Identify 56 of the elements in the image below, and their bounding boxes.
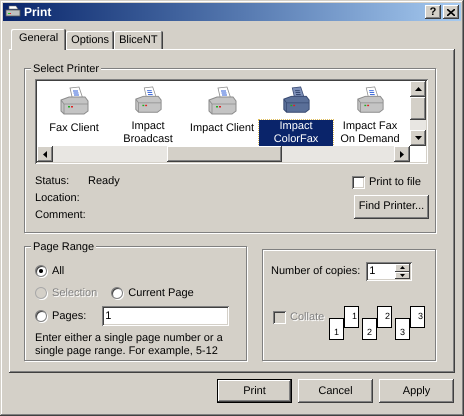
tab[interactable]: Options (66, 31, 114, 49)
spin-up-button[interactable] (395, 264, 410, 272)
page-sheet: 1 (329, 318, 344, 340)
printer-name[interactable]: Impact ColorFax (259, 120, 333, 146)
radio-label[interactable]: Pages: (52, 308, 86, 324)
group-label: Page Range (31, 239, 96, 256)
printer-icon (5, 5, 21, 19)
dialog-button[interactable]: Apply (379, 379, 454, 403)
scroll-left-button[interactable] (37, 146, 53, 162)
down-arrow-icon (400, 274, 406, 277)
scroll-right-button[interactable] (394, 146, 410, 162)
dialog-button[interactable]: Print (217, 379, 292, 403)
right-arrow-icon (400, 150, 404, 158)
page-sheet: 2 (362, 318, 377, 340)
copies-value[interactable]: 1 (368, 264, 396, 279)
horizontal-scrollbar[interactable] (37, 146, 410, 162)
page-sheet: 3 (395, 318, 410, 340)
pages-field[interactable]: 1 (102, 306, 230, 326)
help-button[interactable]: ? (425, 5, 441, 19)
tab[interactable]: General (11, 29, 66, 50)
tab[interactable]: BliceNT (114, 31, 163, 49)
checkbox[interactable] (352, 176, 366, 189)
radio-label[interactable]: Current Page (128, 284, 194, 302)
info-label: Comment: (35, 209, 87, 222)
scroll-thumb[interactable] (167, 146, 282, 162)
close-icon (447, 8, 455, 16)
down-arrow-icon (414, 136, 422, 140)
up-arrow-icon (400, 266, 406, 270)
left-arrow-icon (43, 150, 47, 158)
radio-button[interactable] (35, 310, 47, 322)
radio-button[interactable] (35, 265, 47, 277)
up-arrow-icon (414, 87, 422, 91)
printer-name[interactable]: Impact Client (188, 122, 256, 135)
printer-name[interactable]: Impact Fax On Demand (333, 120, 407, 146)
page-sheet: 1 (344, 306, 359, 328)
scroll-down-button[interactable] (410, 130, 426, 146)
scroll-up-button[interactable] (410, 81, 426, 97)
radio-button[interactable] (111, 287, 124, 299)
printer-name[interactable]: Fax Client (48, 122, 100, 135)
radio-label[interactable]: All (52, 262, 64, 280)
info-label: Location: (35, 192, 81, 205)
copies-spinner[interactable]: 1 (366, 262, 412, 281)
printer-name[interactable]: Impact Broadcast (111, 120, 185, 146)
hint-text: Enter either a single page number or a single page range. For example, 5-12 (35, 332, 224, 358)
copies-label: Number of copies: (271, 264, 360, 280)
close-button[interactable] (443, 5, 459, 19)
page-sheet: 2 (377, 306, 392, 328)
find-printer-button[interactable]: Find Printer... (354, 194, 429, 218)
scroll-thumb[interactable] (410, 97, 426, 120)
checkbox-label[interactable]: Print to file (369, 174, 421, 190)
dialog-button[interactable]: Cancel (298, 379, 373, 403)
window-title: Print (24, 4, 52, 21)
page-sheet: 3 (410, 306, 425, 328)
info-label: Status: (35, 175, 70, 188)
vertical-scrollbar[interactable] (410, 81, 426, 146)
info-value: Ready (88, 175, 120, 188)
